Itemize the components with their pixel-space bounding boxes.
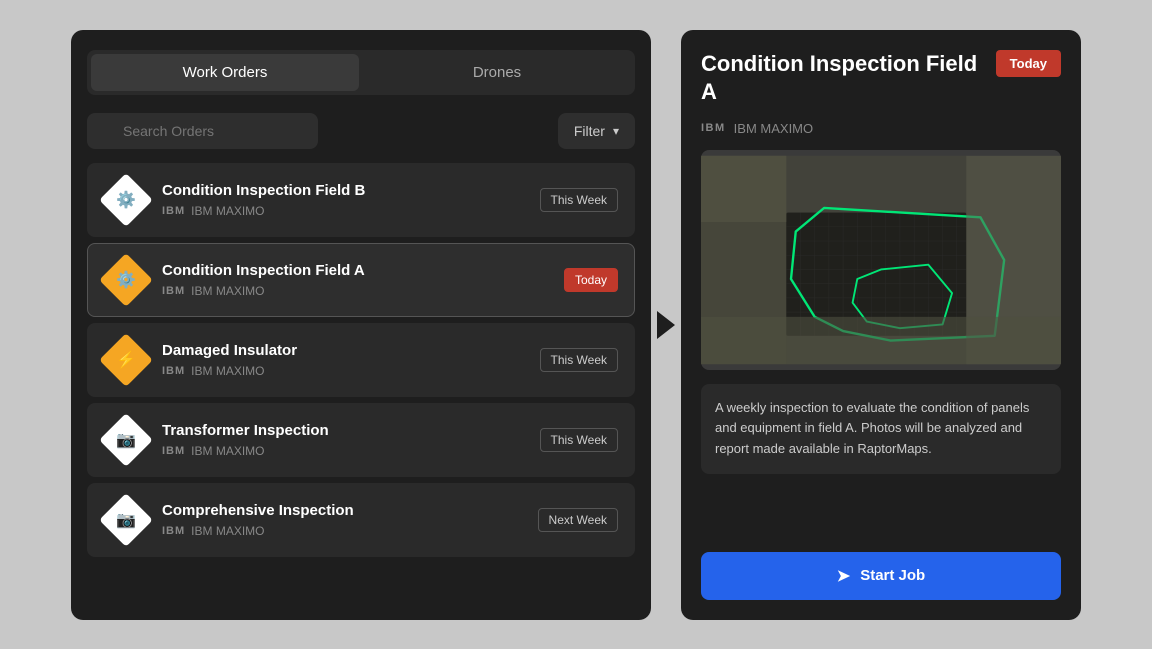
filter-label: Filter bbox=[574, 123, 605, 139]
order-badge-1: Today bbox=[564, 268, 618, 292]
detail-badge: Today bbox=[996, 50, 1061, 77]
order-icon-4: 📷 bbox=[104, 498, 148, 542]
order-source-name-2: IBM MAXIMO bbox=[191, 364, 264, 378]
gear-icon-selected: ⚙️ bbox=[116, 269, 136, 289]
order-icon-0: ⚙️ bbox=[104, 178, 148, 222]
camera-icon-4: 📷 bbox=[116, 509, 136, 529]
order-icon-3: 📷 bbox=[104, 418, 148, 462]
detail-source-name: IBM MAXIMO bbox=[734, 121, 813, 136]
connector-arrow bbox=[651, 311, 681, 339]
search-input[interactable] bbox=[87, 113, 318, 149]
detail-title: Condition Inspection Field A bbox=[701, 50, 984, 107]
order-title-3: Transformer Inspection bbox=[162, 422, 526, 439]
order-source-name-4: IBM MAXIMO bbox=[191, 524, 264, 538]
start-job-label: Start Job bbox=[860, 567, 925, 584]
order-source-1: IBM IBM MAXIMO bbox=[162, 284, 550, 298]
search-row: 🔍 Filter ▾ bbox=[87, 113, 635, 149]
order-source-name-3: IBM MAXIMO bbox=[191, 444, 264, 458]
order-badge-4: Next Week bbox=[538, 508, 618, 532]
order-badge-3: This Week bbox=[540, 428, 618, 452]
order-title-0: Condition Inspection Field B bbox=[162, 182, 526, 199]
detail-panel: Condition Inspection Field A Today IBM I… bbox=[681, 30, 1081, 620]
order-source-name-0: IBM MAXIMO bbox=[191, 204, 264, 218]
order-list: ⚙️ Condition Inspection Field B IBM IBM … bbox=[87, 163, 635, 557]
order-title-2: Damaged Insulator bbox=[162, 342, 526, 359]
navigation-icon: ➤ bbox=[837, 566, 850, 586]
camera-icon-3: 📷 bbox=[116, 429, 136, 449]
order-item-2[interactable]: ⚡ Damaged Insulator IBM IBM MAXIMO This … bbox=[87, 323, 635, 397]
tab-bar: Work Orders Drones bbox=[87, 50, 635, 95]
tab-drones[interactable]: Drones bbox=[363, 54, 631, 91]
filter-button[interactable]: Filter ▾ bbox=[558, 113, 635, 149]
order-item-3[interactable]: 📷 Transformer Inspection IBM IBM MAXIMO … bbox=[87, 403, 635, 477]
order-item-0[interactable]: ⚙️ Condition Inspection Field B IBM IBM … bbox=[87, 163, 635, 237]
order-source-4: IBM IBM MAXIMO bbox=[162, 524, 524, 538]
order-title-1: Condition Inspection Field A bbox=[162, 262, 550, 279]
order-badge-0: This Week bbox=[540, 188, 618, 212]
order-source-2: IBM IBM MAXIMO bbox=[162, 364, 526, 378]
order-item-1[interactable]: ⚙️ Condition Inspection Field A IBM IBM … bbox=[87, 243, 635, 317]
order-info-1: Condition Inspection Field A IBM IBM MAX… bbox=[162, 262, 550, 298]
map-svg bbox=[701, 150, 1061, 370]
gear-icon: ⚙️ bbox=[116, 189, 136, 209]
arrow-icon bbox=[657, 311, 675, 339]
chevron-down-icon: ▾ bbox=[613, 124, 619, 138]
ibm-logo-3: IBM bbox=[162, 445, 185, 457]
order-source-0: IBM IBM MAXIMO bbox=[162, 204, 526, 218]
order-info-0: Condition Inspection Field B IBM IBM MAX… bbox=[162, 182, 526, 218]
order-title-4: Comprehensive Inspection bbox=[162, 502, 524, 519]
order-badge-2: This Week bbox=[540, 348, 618, 372]
left-panel: Work Orders Drones 🔍 Filter ▾ ⚙️ bbox=[71, 30, 651, 620]
tab-work-orders[interactable]: Work Orders bbox=[91, 54, 359, 91]
order-icon-2: ⚡ bbox=[104, 338, 148, 382]
order-info-3: Transformer Inspection IBM IBM MAXIMO bbox=[162, 422, 526, 458]
detail-source: IBM IBM MAXIMO bbox=[701, 121, 1061, 136]
ibm-logo-4: IBM bbox=[162, 525, 185, 537]
lightning-icon: ⚡ bbox=[116, 349, 136, 369]
order-info-4: Comprehensive Inspection IBM IBM MAXIMO bbox=[162, 502, 524, 538]
order-icon-1: ⚙️ bbox=[104, 258, 148, 302]
description: A weekly inspection to evaluate the cond… bbox=[701, 384, 1061, 474]
ibm-logo-0: IBM bbox=[162, 205, 185, 217]
detail-header: Condition Inspection Field A Today bbox=[701, 50, 1061, 107]
order-item-4[interactable]: 📷 Comprehensive Inspection IBM IBM MAXIM… bbox=[87, 483, 635, 557]
map-area bbox=[701, 150, 1061, 370]
ibm-logo-2: IBM bbox=[162, 365, 185, 377]
search-wrapper: 🔍 bbox=[87, 113, 550, 149]
order-source-name-1: IBM MAXIMO bbox=[191, 284, 264, 298]
start-job-button[interactable]: ➤ Start Job bbox=[701, 552, 1061, 600]
detail-ibm-logo: IBM bbox=[701, 122, 726, 134]
ibm-logo-1: IBM bbox=[162, 285, 185, 297]
order-source-3: IBM IBM MAXIMO bbox=[162, 444, 526, 458]
order-info-2: Damaged Insulator IBM IBM MAXIMO bbox=[162, 342, 526, 378]
